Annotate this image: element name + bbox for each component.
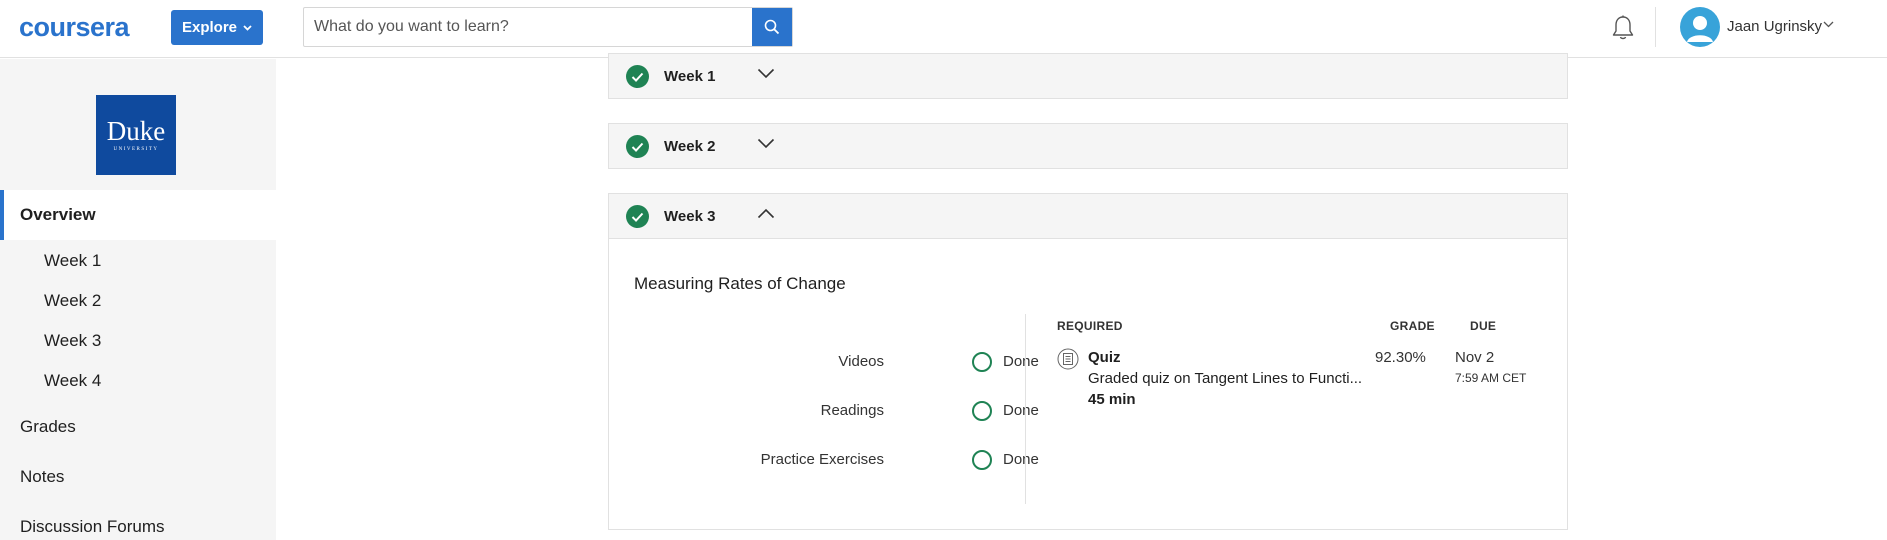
search-input[interactable] <box>304 8 752 46</box>
progress-row-readings: Readings Done <box>704 399 1039 423</box>
module-title[interactable]: Measuring Rates of Change <box>634 274 846 294</box>
item-name-link[interactable]: Graded quiz on Tangent Lines to Functi..… <box>1088 370 1362 387</box>
progress-circle-icon <box>972 352 992 372</box>
week-label: Week 3 <box>664 208 716 225</box>
chevron-down-icon[interactable] <box>757 68 775 79</box>
week-2-header[interactable]: Week 2 <box>608 123 1568 169</box>
user-icon <box>1687 16 1713 42</box>
completed-check-icon <box>626 135 649 158</box>
explore-label: Explore <box>181 19 238 36</box>
search-icon <box>764 19 780 35</box>
progress-status: Done <box>1003 402 1039 419</box>
sidebar-item-week-2[interactable]: Week 2 <box>44 291 101 311</box>
sidebar-item-label: Overview <box>20 205 96 224</box>
item-duration: 45 min <box>1088 391 1136 408</box>
item-type[interactable]: Quiz <box>1088 349 1121 366</box>
progress-label: Videos <box>838 353 884 370</box>
sidebar-item-grades[interactable]: Grades <box>20 417 76 437</box>
week-1-header[interactable]: Week 1 <box>608 53 1568 99</box>
week-3-header[interactable]: Week 3 <box>608 193 1568 239</box>
sidebar-item-overview[interactable]: Overview <box>0 190 276 240</box>
sidebar-item-discussion-forums[interactable]: Discussion Forums <box>20 517 165 537</box>
item-grade: 92.30% <box>1375 349 1426 366</box>
sidebar-item-week-3[interactable]: Week 3 <box>44 331 101 351</box>
header-divider <box>1655 7 1656 47</box>
progress-circle-icon <box>972 401 992 421</box>
sidebar-item-week-1[interactable]: Week 1 <box>44 251 101 271</box>
duke-logo-word: Duke <box>106 116 166 146</box>
sidebar-item-week-4[interactable]: Week 4 <box>44 371 101 391</box>
avatar[interactable] <box>1680 7 1720 47</box>
coursera-logo[interactable]: coursera <box>19 12 130 43</box>
column-header-due: DUE <box>1470 319 1497 333</box>
search-button[interactable] <box>752 8 792 46</box>
progress-status: Done <box>1003 451 1039 468</box>
week-label: Week 1 <box>664 68 716 85</box>
chevron-down-icon <box>243 24 252 31</box>
completed-check-icon <box>626 205 649 228</box>
progress-label: Practice Exercises <box>760 451 884 468</box>
progress-label: Readings <box>820 402 884 419</box>
sidebar-item-notes[interactable]: Notes <box>20 467 64 487</box>
user-name[interactable]: Jaan Ugrinsky <box>1727 18 1822 35</box>
week-3-panel: Measuring Rates of Change Videos Done Re… <box>608 239 1568 530</box>
search-box <box>303 7 793 47</box>
progress-status: Done <box>1003 353 1039 370</box>
progress-circle-icon <box>972 450 992 470</box>
chevron-down-icon[interactable] <box>757 138 775 149</box>
quiz-icon <box>1057 348 1079 370</box>
week-label: Week 2 <box>664 138 716 155</box>
column-divider <box>1025 314 1026 504</box>
progress-row-videos: Videos Done <box>704 350 1039 374</box>
chevron-up-icon[interactable] <box>757 208 775 219</box>
completed-check-icon <box>626 65 649 88</box>
item-due-date: Nov 2 <box>1455 349 1495 366</box>
bell-icon[interactable] <box>1610 14 1636 42</box>
explore-button[interactable]: Explore <box>171 10 263 45</box>
column-header-grade: GRADE <box>1390 319 1435 333</box>
duke-logo-sub: UNIVERSITY <box>113 147 159 152</box>
column-header-required: REQUIRED <box>1057 319 1123 333</box>
chevron-down-icon[interactable] <box>1823 21 1834 28</box>
top-header: coursera Explore Jaan Ugrinsky <box>0 0 1887 58</box>
progress-row-practice-exercises: Practice Exercises Done <box>704 448 1039 472</box>
sidebar: Duke UNIVERSITY Overview Week 1 Week 2 W… <box>0 59 276 540</box>
duke-university-logo[interactable]: Duke UNIVERSITY <box>96 95 176 175</box>
item-due-time: 7:59 AM CET <box>1455 371 1527 385</box>
